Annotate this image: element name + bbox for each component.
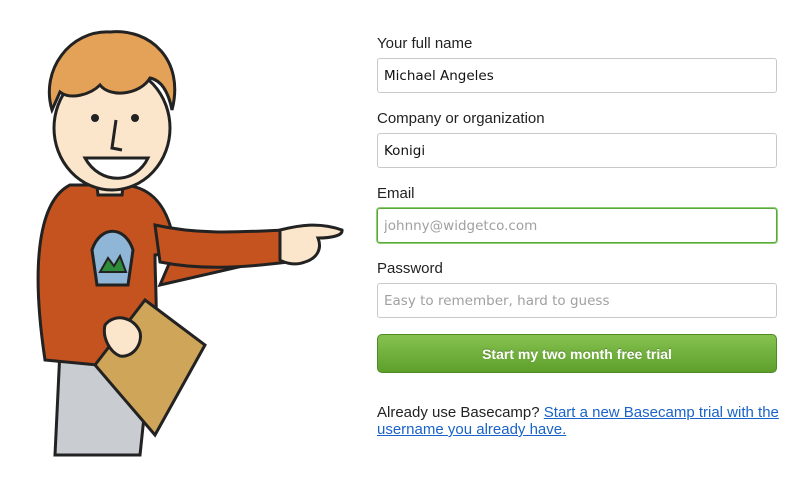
mascot-illustration bbox=[0, 0, 360, 479]
company-label: Company or organization bbox=[377, 110, 545, 127]
email-label: Email bbox=[377, 185, 415, 202]
email-input[interactable] bbox=[377, 208, 777, 243]
pointing-person-illustration bbox=[36, 30, 344, 457]
full-name-input[interactable] bbox=[377, 58, 777, 93]
company-input[interactable] bbox=[377, 133, 777, 168]
existing-user-question: Already use Basecamp? bbox=[377, 404, 540, 421]
start-trial-button[interactable]: Start my two month free trial bbox=[377, 334, 777, 373]
existing-user-note: Already use Basecamp? Start a new Baseca… bbox=[377, 404, 797, 438]
password-label: Password bbox=[377, 260, 443, 277]
password-input[interactable] bbox=[377, 283, 777, 318]
full-name-label: Your full name bbox=[377, 35, 473, 52]
